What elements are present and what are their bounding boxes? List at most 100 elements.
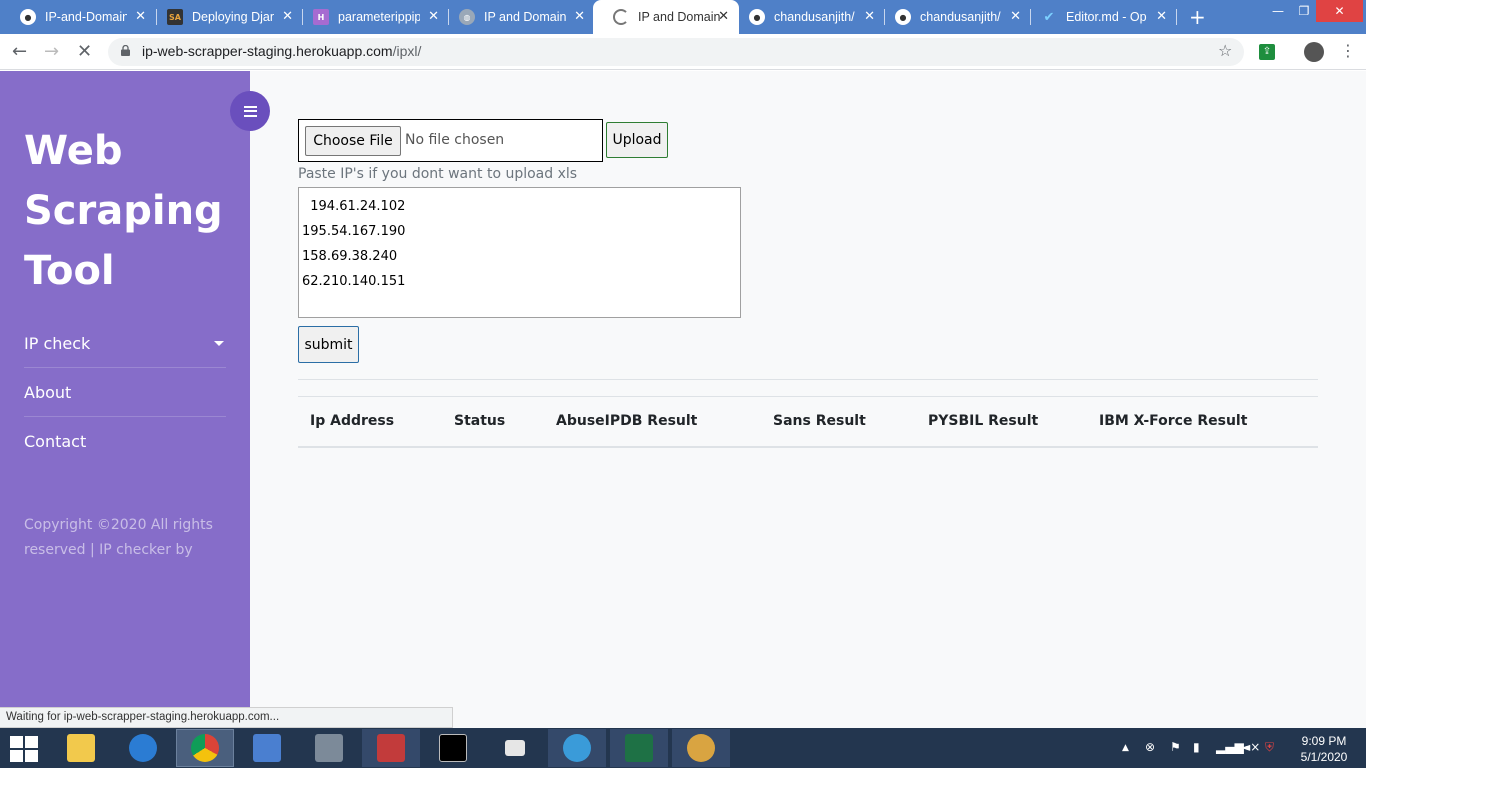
address-bar[interactable]: ip-web-scrapper-staging.herokuapp.com/ip… [108, 38, 1244, 66]
system-clock[interactable]: 9:09 PM 5/1/2020 [1294, 733, 1354, 765]
sa-icon: SA [167, 9, 183, 25]
sidebar-item-contact[interactable]: Contact [24, 417, 226, 466]
restore-icon[interactable]: ❐ [1292, 0, 1316, 22]
tab-title: IP and Domain [638, 10, 720, 24]
column-header-status: Status [454, 413, 506, 429]
tab-title: chandusanjith/ [920, 10, 1001, 24]
hamburger-icon [243, 105, 257, 117]
results-table-header: Ip Address Status AbuseIPDB Result Sans … [298, 396, 1318, 448]
upload-button[interactable]: Upload [606, 122, 668, 158]
new-tab-icon[interactable]: + [1189, 5, 1206, 29]
sidebar-menu: IP check About Contact [24, 319, 226, 466]
close-icon[interactable]: ✕ [1010, 9, 1021, 24]
chrome-icon[interactable] [176, 729, 234, 767]
close-icon[interactable]: ✕ [282, 9, 293, 24]
ip-textarea[interactable]: 194.61.24.102 195.54.167.190 158.69.38.2… [298, 187, 741, 318]
vpn-lock-icon[interactable] [300, 729, 358, 767]
close-icon[interactable]: ✕ [718, 9, 729, 24]
url-path: /ipxl/ [392, 43, 422, 59]
page-content: Web Scraping Tool IP check About Contact… [0, 71, 1366, 728]
column-header-pysbil: PYSBIL Result [928, 413, 1039, 429]
network-signal-icon[interactable]: ▂▄▆ [1216, 740, 1244, 754]
url-host: ip-web-scrapper-staging.herokuapp.com [142, 43, 393, 59]
stop-loading-icon[interactable]: ✕ [77, 41, 92, 62]
sidebar-toggle-button[interactable] [230, 91, 270, 131]
extension-icon[interactable]: ⇪ [1259, 44, 1275, 60]
bookmark-star-icon[interactable]: ☆ [1218, 41, 1232, 60]
close-icon[interactable]: ✕ [135, 9, 146, 24]
brand-title: Web Scraping Tool [24, 128, 223, 294]
column-header-ip-address: Ip Address [310, 413, 395, 429]
close-icon[interactable]: ✕ [1156, 9, 1167, 24]
excel-icon[interactable] [610, 729, 668, 767]
browser-tab-active[interactable]: IP and Domain ✕ [593, 0, 739, 34]
github-icon: ● [749, 9, 765, 25]
close-icon[interactable]: ✕ [428, 9, 439, 24]
browser-tab-strip: ● IP-and-Domain ✕ SA Deploying Djan ✕ H … [0, 0, 1366, 34]
paint-icon[interactable] [672, 729, 730, 767]
shield-icon[interactable]: ⛨ [1265, 740, 1274, 755]
copyright-text: Copyright ©2020 All rights reserved | IP… [24, 517, 213, 558]
file-input[interactable]: Choose File No file chosen [298, 119, 603, 162]
file-explorer-icon[interactable] [52, 729, 110, 767]
browser-toolbar: ← → ✕ ip-web-scrapper-staging.herokuapp.… [0, 34, 1366, 70]
clock-time: 9:09 PM [1301, 734, 1347, 748]
flag-alert-icon[interactable]: ⚑ [1170, 740, 1181, 754]
browser-tab[interactable]: ✔ Editor.md - Op ✕ [1021, 0, 1177, 34]
sidebar-item-ip-check[interactable]: IP check [24, 319, 226, 368]
choose-file-button[interactable]: Choose File [305, 126, 401, 156]
sidebar-item-label: About [24, 382, 72, 402]
github-icon: ● [895, 9, 911, 25]
heroku-icon: H [313, 9, 329, 25]
globe-app-icon[interactable] [548, 729, 606, 767]
windows-taskbar: ▲ ⊗ ⚑ ▮ ▂▄▆ ◄× ⛨ 9:09 PM 5/1/2020 [0, 728, 1366, 768]
tab-title: IP and Domain [484, 10, 566, 24]
column-header-sans: Sans Result [773, 413, 866, 429]
browser-tab[interactable]: H parameterippip ✕ [293, 0, 449, 34]
browser-status-bar: Waiting for ip-web-scrapper-staging.hero… [0, 707, 453, 728]
minimize-icon[interactable]: — [1266, 0, 1290, 22]
browser-tab[interactable]: ● chandusanjith/ ✕ [729, 0, 885, 34]
editor-icon: ✔ [1043, 9, 1055, 25]
sidebar-item-about[interactable]: About [24, 368, 226, 417]
command-prompt-icon[interactable] [424, 729, 482, 767]
clock-date: 5/1/2020 [1300, 750, 1348, 764]
tab-title: Editor.md - Op [1066, 10, 1147, 24]
paste-ip-label: Paste IP's if you dont want to upload xl… [298, 166, 578, 182]
tab-title: IP-and-Domain [45, 10, 127, 24]
menu-kebab-icon[interactable]: ⋮ [1340, 41, 1356, 60]
column-header-abuseipdb: AbuseIPDB Result [556, 413, 698, 429]
back-arrow-icon[interactable]: ← [12, 41, 27, 62]
browser-tab[interactable]: ● IP-and-Domain ✕ [0, 0, 156, 34]
loading-spinner-icon [613, 9, 629, 25]
tab-title: Deploying Djan [192, 10, 274, 24]
close-icon[interactable]: ✕ [864, 9, 875, 24]
show-hidden-icons-icon[interactable]: ▲ [1122, 743, 1129, 753]
internet-explorer-icon[interactable] [114, 729, 172, 767]
editor-app-icon[interactable] [362, 729, 420, 767]
file-status-text: No file chosen [405, 132, 505, 148]
tab-title: parameterippip [338, 10, 420, 24]
network-tool-icon[interactable] [238, 729, 296, 767]
profile-avatar[interactable] [1304, 42, 1324, 62]
submit-button[interactable]: submit [298, 326, 359, 363]
browser-tab[interactable]: SA Deploying Djan ✕ [147, 0, 303, 34]
close-window-icon[interactable]: ✕ [1316, 0, 1363, 22]
close-icon[interactable]: ✕ [574, 9, 585, 24]
windows-start-icon[interactable] [10, 736, 38, 762]
github-icon: ● [20, 9, 36, 25]
browser-tab[interactable]: ● chandusanjith/ ✕ [875, 0, 1031, 34]
screen: ● IP-and-Domain ✕ SA Deploying Djan ✕ H … [0, 0, 1366, 768]
globe-icon: ◍ [459, 9, 475, 25]
column-header-ibm-xforce: IBM X-Force Result [1099, 413, 1248, 429]
sidebar-item-label: Contact [24, 432, 87, 451]
browser-tab[interactable]: ◍ IP and Domain ✕ [439, 0, 595, 34]
folder-icon[interactable] [486, 729, 544, 767]
tab-title: chandusanjith/ [774, 10, 855, 24]
divider [298, 379, 1318, 380]
sidebar: Web Scraping Tool IP check About Contact… [0, 71, 250, 728]
battery-icon[interactable]: ▮ [1193, 740, 1200, 754]
antivirus-icon[interactable]: ⊗ [1145, 740, 1155, 754]
volume-muted-icon[interactable]: ◄× [1241, 740, 1260, 754]
forward-arrow-icon[interactable]: → [44, 41, 59, 62]
